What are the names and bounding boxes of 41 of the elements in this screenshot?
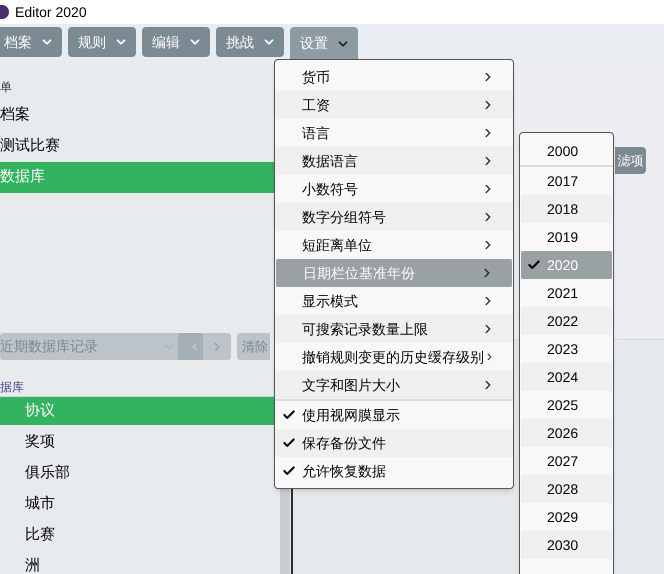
- app-icon: [0, 5, 9, 19]
- section-header: 据库: [0, 379, 25, 396]
- section-header: 单: [0, 79, 13, 96]
- menu-item[interactable]: 显示模式: [275, 287, 513, 315]
- year-item[interactable]: 2021: [521, 279, 612, 307]
- database-item[interactable]: 比赛: [0, 521, 280, 549]
- year-item[interactable]: 2030: [521, 531, 612, 559]
- menu-button[interactable]: 编辑: [142, 27, 210, 57]
- year-item[interactable]: 2017: [521, 167, 612, 195]
- menu-item[interactable]: 货币: [275, 63, 513, 91]
- year-item[interactable]: 2027: [521, 447, 612, 475]
- year-item[interactable]: 2022: [521, 307, 612, 335]
- menu-item[interactable]: 工资: [275, 91, 513, 119]
- filter-button[interactable]: 滤项: [615, 147, 646, 174]
- database-item[interactable]: 城市: [0, 490, 280, 518]
- menu-item[interactable]: 文字和图片大小: [275, 371, 513, 399]
- menu-item[interactable]: 保存备份文件: [275, 429, 513, 457]
- previous-button[interactable]: [178, 333, 203, 360]
- window-title: Editor 2020: [15, 2, 87, 22]
- year-item[interactable]: 2019: [521, 223, 612, 251]
- year-item[interactable]: 2026: [521, 419, 612, 447]
- year-item[interactable]: 2000: [521, 137, 612, 165]
- menu-button[interactable]: 挑战: [216, 27, 284, 57]
- check-icon: [527, 258, 541, 272]
- menu-item[interactable]: 撤销规则变更的历史缓存级别: [275, 343, 513, 371]
- menu-item[interactable]: 短距离单位: [275, 231, 513, 259]
- menu-item[interactable]: 数据语言: [275, 147, 513, 175]
- year-item[interactable]: 2018: [521, 195, 612, 223]
- menu-item[interactable]: 允许恢复数据: [275, 457, 513, 485]
- menu-item[interactable]: 可搜索记录数量上限: [275, 315, 513, 343]
- year-item[interactable]: 2023: [521, 335, 612, 363]
- menu-item[interactable]: 语言: [275, 119, 513, 147]
- year-item[interactable]: 2025: [521, 391, 612, 419]
- menu-button[interactable]: 档案: [0, 27, 62, 57]
- year-item[interactable]: 2029: [521, 503, 612, 531]
- menu-button[interactable]: 规则: [68, 27, 136, 57]
- year-item[interactable]: 2028: [521, 475, 612, 503]
- year-item[interactable]: 2024: [521, 363, 612, 391]
- menu-item[interactable]: 数字分组符号: [275, 203, 513, 231]
- database-item[interactable]: 洲: [0, 552, 280, 574]
- next-button[interactable]: [203, 333, 231, 360]
